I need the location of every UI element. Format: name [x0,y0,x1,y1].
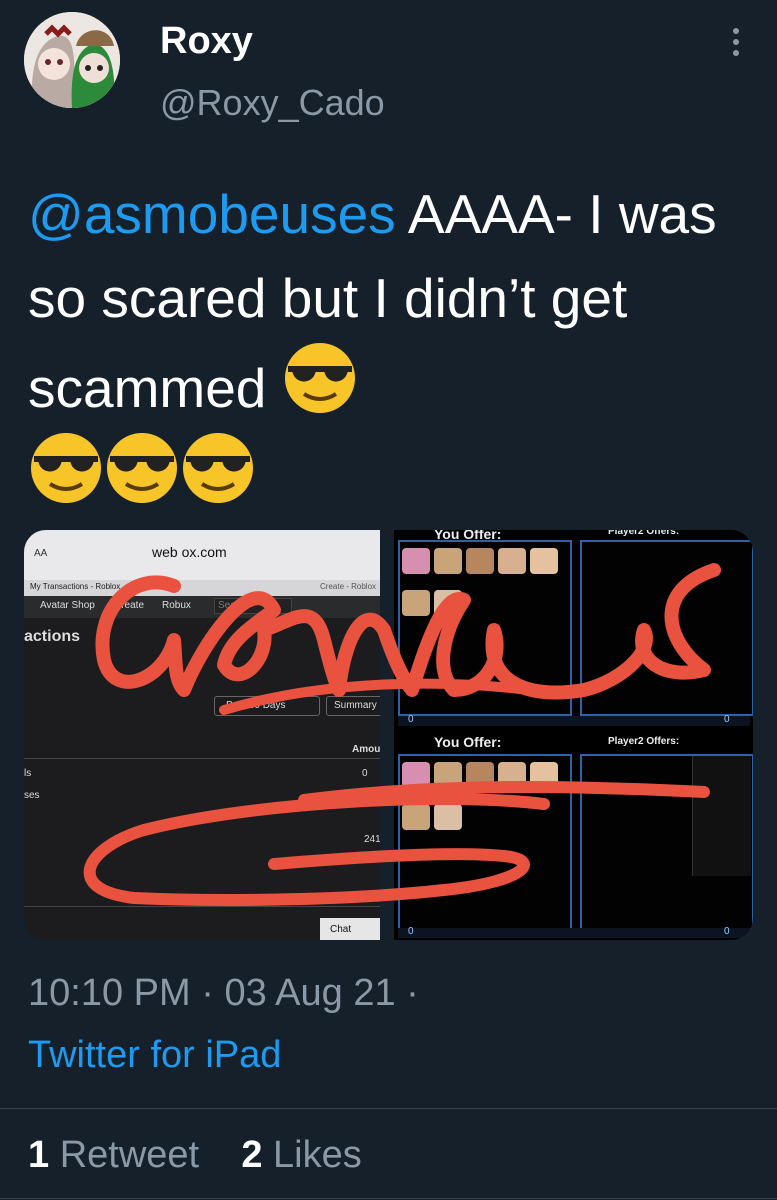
tweet-stats: 1 Retweet 2 Likes [28,1134,362,1177]
tweet-time: 10:10 PM [28,972,191,1014]
likes-count: 2 [241,1134,263,1176]
retweet-label: Retweet [59,1134,200,1176]
avatar-image [24,12,120,108]
tweet-date: 03 Aug 21 [224,972,396,1014]
avatar[interactable] [24,12,120,108]
divider [0,1108,777,1109]
author-handle[interactable]: @Roxy_Cado [160,82,385,124]
sunglasses-emoji-icon [31,433,101,503]
sunglasses-emoji-icon [107,433,177,503]
retweet-count-link[interactable]: 1 Retweet [28,1134,199,1176]
tweet-source-link[interactable]: Twitter for iPad [28,1034,281,1077]
author-name[interactable]: Roxy [160,20,253,63]
scribble-overlay [83,563,721,906]
likes-count-link[interactable]: 2 Likes [241,1134,361,1176]
sunglasses-emoji-icon [284,343,355,413]
divider [0,1198,777,1199]
tweet-timestamp[interactable]: 10:10 PM · 03 Aug 21 · [28,972,419,1015]
tweet-media[interactable]: AA web ox.com My Transactions - Roblox C… [24,530,753,940]
retweet-count: 1 [28,1134,50,1176]
mention-link[interactable]: @asmobeuses [28,183,396,245]
sunglasses-emoji-icon [183,433,253,503]
more-options-icon[interactable] [728,28,744,58]
tweet-text: @asmobeuses AAAA- I was so scared but I … [28,172,748,520]
likes-label: Likes [273,1134,362,1176]
